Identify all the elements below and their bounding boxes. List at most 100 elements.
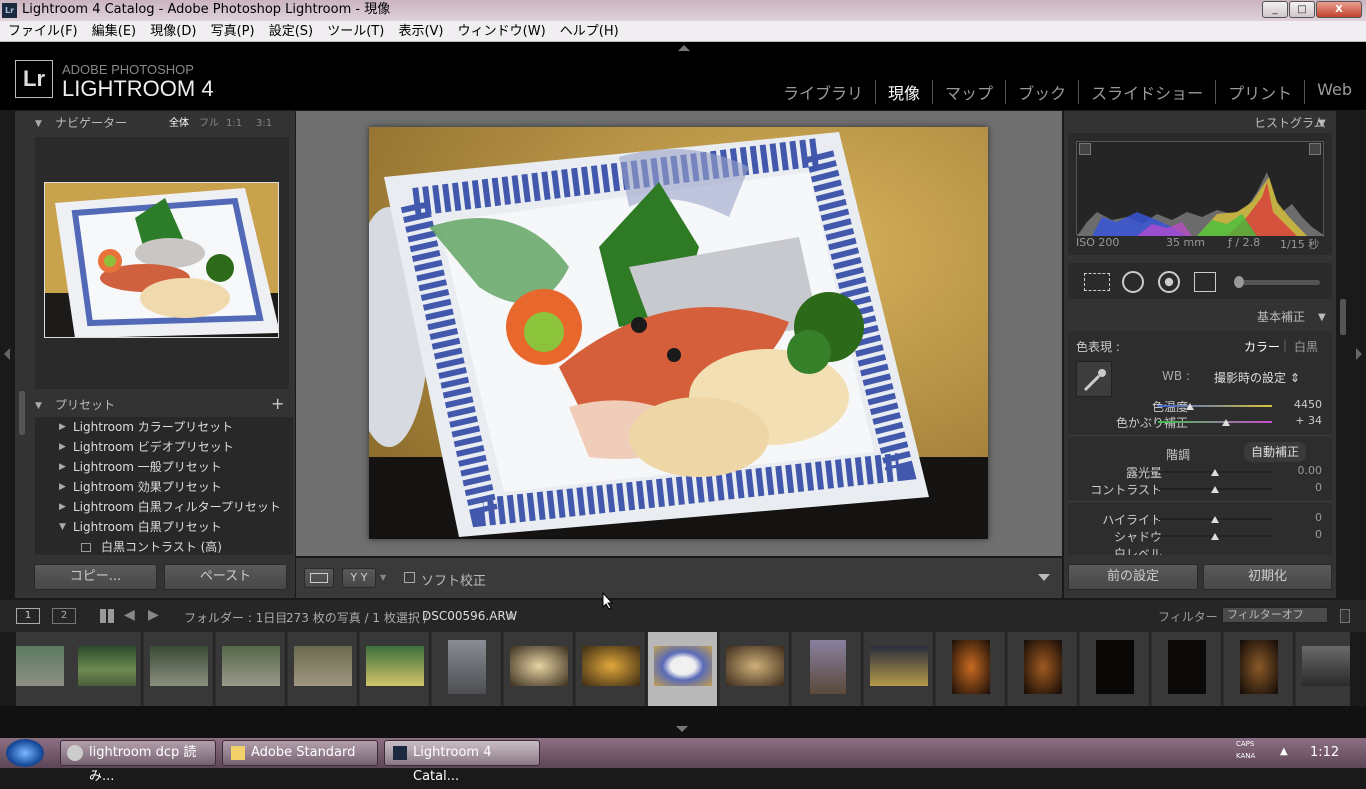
preset-folder-color[interactable]: ▶ Lightroom カラープリセット xyxy=(35,417,293,437)
treatment-bw[interactable]: 白黒 xyxy=(1294,338,1318,355)
menu-edit[interactable]: 編集(E) xyxy=(92,24,136,39)
reset-button[interactable]: 初期化 xyxy=(1203,564,1332,590)
menu-view[interactable]: 表示(V) xyxy=(398,24,443,39)
collapse-top-icon[interactable] xyxy=(678,45,690,51)
redeye-icon[interactable] xyxy=(1158,271,1180,293)
filmstrip-thumbnail[interactable] xyxy=(72,632,142,706)
highlight-clipping-icon[interactable] xyxy=(1309,143,1321,155)
tray-expand-icon[interactable]: ▲ xyxy=(1280,746,1288,757)
module-book[interactable]: ブック xyxy=(1006,80,1080,104)
filmstrip-thumbnail[interactable] xyxy=(1008,632,1078,706)
filmstrip-thumbnail[interactable] xyxy=(720,632,790,706)
preset-folder-video[interactable]: ▶ Lightroom ビデオプリセット xyxy=(35,437,293,457)
right-panel-scrollbar[interactable] xyxy=(1340,299,1346,335)
zoom-fit[interactable]: 全体 xyxy=(169,114,189,134)
crop-tool-icon[interactable] xyxy=(1084,273,1110,291)
highlights-slider-thumb[interactable] xyxy=(1211,516,1219,523)
filter-select[interactable]: フィルターオフ xyxy=(1222,607,1328,623)
presets-collapse-icon[interactable]: ▼ xyxy=(35,396,42,416)
menu-photo[interactable]: 写真(P) xyxy=(211,24,255,39)
main-photo[interactable] xyxy=(369,127,988,539)
exposure-slider-thumb[interactable] xyxy=(1211,469,1219,476)
secondary-display-button[interactable]: 2 xyxy=(52,608,76,624)
menu-tools[interactable]: ツール(T) xyxy=(327,24,384,39)
histogram-collapse-icon[interactable]: ▼ xyxy=(1318,114,1326,134)
graduated-filter-icon[interactable] xyxy=(1194,272,1216,292)
source-label[interactable]: フォルダー : 1日目 xyxy=(184,609,287,626)
shadows-value[interactable]: 0 xyxy=(1282,528,1322,541)
adjustment-brush-slider[interactable] xyxy=(1236,280,1320,285)
filename-dropdown-icon[interactable]: ▼ xyxy=(508,612,514,621)
back-arrow-icon[interactable]: ◀ xyxy=(124,607,135,623)
filmstrip-thumbnail[interactable] xyxy=(432,632,502,706)
soft-proof-checkbox[interactable] xyxy=(404,572,415,583)
forward-arrow-icon[interactable]: ▶ xyxy=(148,607,159,623)
menu-window[interactable]: ウィンドウ(W) xyxy=(458,24,546,39)
menu-settings[interactable]: 設定(S) xyxy=(269,24,313,39)
minimize-button[interactable]: _ xyxy=(1262,1,1288,18)
menu-help[interactable]: ヘルプ(H) xyxy=(560,24,619,39)
filmstrip-thumbnail[interactable] xyxy=(144,632,214,706)
collapse-right-icon[interactable] xyxy=(1356,348,1362,360)
filmstrip-thumbnail[interactable] xyxy=(1152,632,1222,706)
filmstrip-thumbnail[interactable] xyxy=(576,632,646,706)
filmstrip-thumbnail[interactable] xyxy=(216,632,286,706)
filmstrip-thumbnail[interactable] xyxy=(288,632,358,706)
basic-collapse-icon[interactable]: ▼ xyxy=(1318,308,1326,328)
add-preset-button[interactable]: + xyxy=(271,394,284,414)
temp-value[interactable]: 4450 xyxy=(1282,398,1322,411)
shadows-slider-thumb[interactable] xyxy=(1211,533,1219,540)
filmstrip-thumbnail[interactable] xyxy=(1080,632,1150,706)
module-print[interactable]: プリント xyxy=(1216,80,1306,104)
tint-value[interactable]: + 34 xyxy=(1282,414,1322,427)
filmstrip-thumbnail[interactable] xyxy=(504,632,574,706)
preset-folder-general[interactable]: ▶ Lightroom 一般プリセット xyxy=(35,457,293,477)
close-button[interactable]: X xyxy=(1316,1,1362,18)
module-map[interactable]: マップ xyxy=(933,80,1007,104)
temp-slider-thumb[interactable] xyxy=(1185,403,1194,410)
primary-display-button[interactable]: 1 xyxy=(16,608,40,624)
exposure-value[interactable]: 0.00 xyxy=(1282,464,1323,477)
filmstrip-thumbnail[interactable] xyxy=(360,632,430,706)
wb-eyedropper-icon[interactable] xyxy=(1076,361,1112,397)
module-slideshow[interactable]: スライドショー xyxy=(1079,80,1217,104)
copy-button[interactable]: コピー... xyxy=(34,564,157,590)
navigator-collapse-icon[interactable]: ▼ xyxy=(35,114,42,134)
left-panel-scrollbar[interactable] xyxy=(19,391,25,435)
module-library[interactable]: ライブラリ xyxy=(771,80,877,104)
module-web[interactable]: Web xyxy=(1305,80,1352,104)
preset-folder-effects[interactable]: ▶ Lightroom 効果プリセット xyxy=(35,477,293,497)
filmstrip-thumbnail[interactable] xyxy=(1296,632,1350,706)
before-after-dropdown-icon[interactable]: ▼ xyxy=(380,573,386,582)
toolbar-menu-icon[interactable] xyxy=(1038,574,1050,581)
contrast-value[interactable]: 0 xyxy=(1282,481,1322,494)
highlights-value[interactable]: 0 xyxy=(1282,511,1322,524)
histogram-graph[interactable] xyxy=(1076,141,1325,236)
navigator-preview[interactable] xyxy=(35,137,289,389)
filmstrip-thumbnail[interactable] xyxy=(792,632,862,706)
before-after-button[interactable]: Y Y xyxy=(342,568,376,588)
zoom-3to1[interactable]: 3:1 xyxy=(256,114,272,134)
treatment-color[interactable]: カラー xyxy=(1244,338,1280,355)
paste-button[interactable]: ペースト xyxy=(164,564,287,590)
menu-develop[interactable]: 現像(D) xyxy=(150,24,196,39)
adjustment-brush-icon[interactable] xyxy=(1234,276,1244,288)
contrast-slider-thumb[interactable] xyxy=(1211,486,1219,493)
tint-slider-thumb[interactable] xyxy=(1222,419,1231,426)
preset-item-bw-contrast-high[interactable]: 白黒コントラスト (高) xyxy=(35,537,293,555)
loupe-view-button[interactable] xyxy=(304,568,334,588)
start-button[interactable] xyxy=(6,739,44,767)
auto-tone-button[interactable]: 自動補正 xyxy=(1244,442,1306,462)
wb-select[interactable]: 撮影時の設定 ⇕ xyxy=(1214,369,1300,386)
clock[interactable]: 1:12 xyxy=(1310,745,1339,760)
taskbar-item-browser[interactable]: lightroom dcp 読み... xyxy=(60,740,216,784)
filter-lock-icon[interactable] xyxy=(1340,609,1350,623)
temp-track[interactable] xyxy=(1158,405,1272,407)
previous-settings-button[interactable]: 前の設定 xyxy=(1068,564,1198,590)
maximize-button[interactable]: □ xyxy=(1289,1,1315,18)
zoom-1to1[interactable]: 1:1 xyxy=(226,114,242,134)
grid-view-icon[interactable] xyxy=(100,609,114,623)
preset-folder-bw[interactable]: ▼ Lightroom 白黒プリセット xyxy=(35,517,293,537)
tint-track[interactable] xyxy=(1158,421,1272,423)
filmstrip-thumbnail[interactable] xyxy=(936,632,1006,706)
